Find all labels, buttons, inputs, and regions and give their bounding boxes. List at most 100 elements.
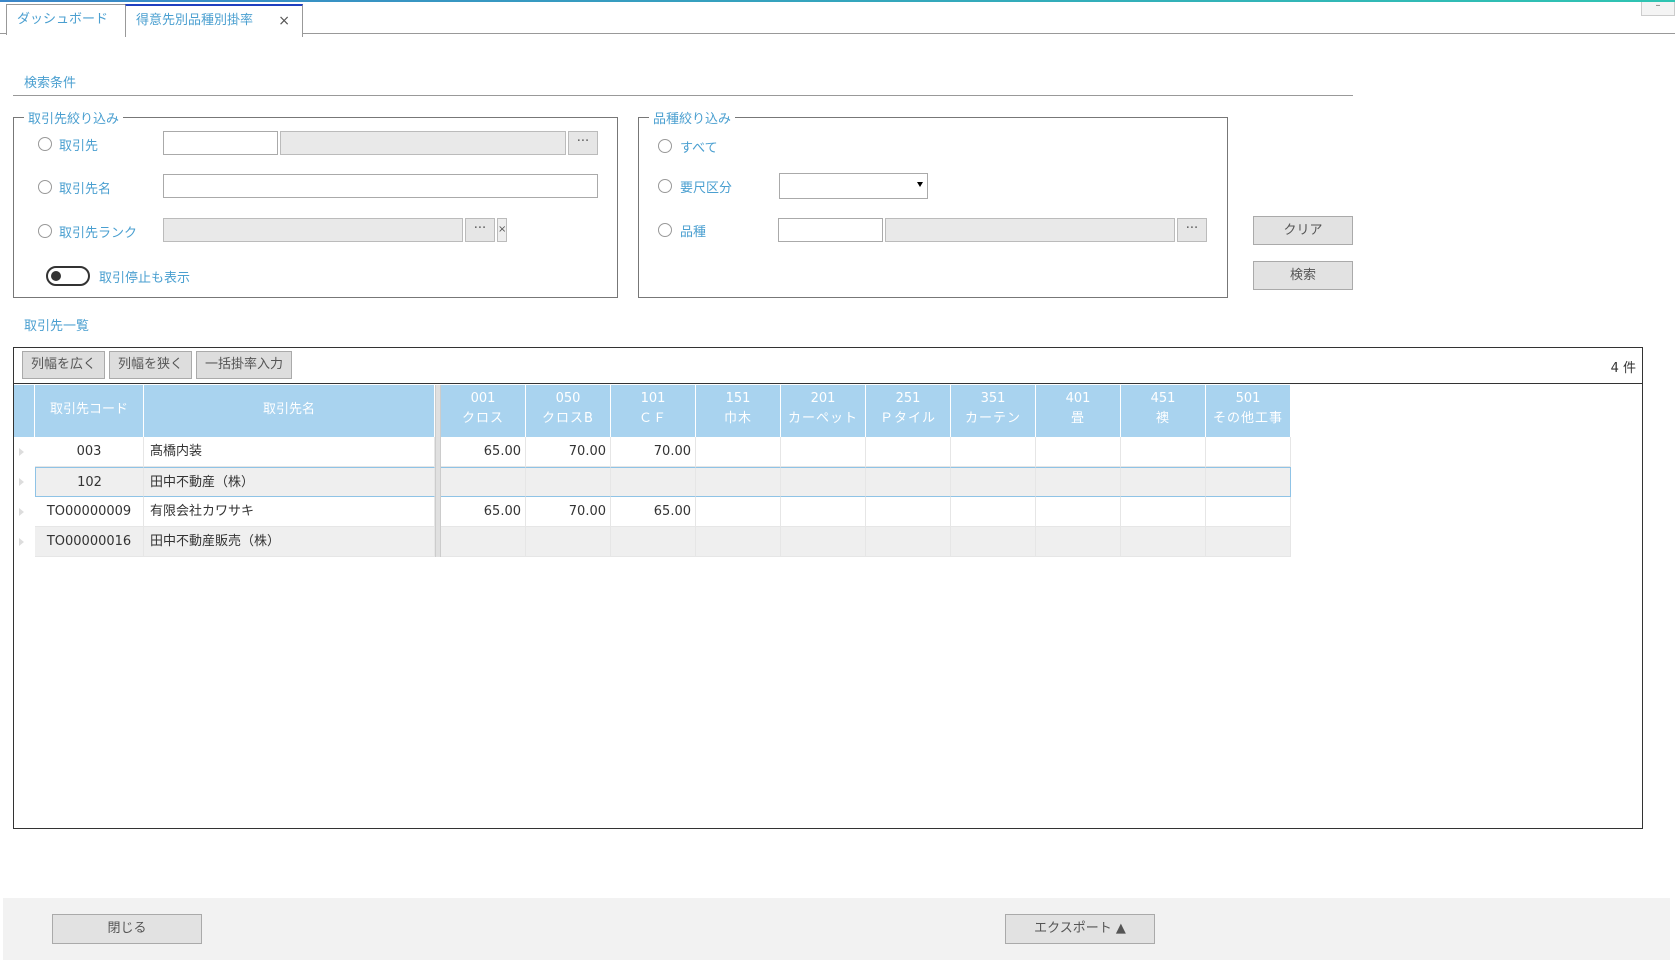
customer-rank-lookup-button[interactable]: ··· <box>465 218 495 242</box>
cell-rate-050[interactable]: 70.00 <box>526 437 611 467</box>
product-name-display <box>885 218 1175 242</box>
col-header-050[interactable]: 050 クロスB <box>526 385 611 437</box>
cell-rate-101[interactable] <box>611 467 696 497</box>
cell-rate-401[interactable] <box>1036 437 1121 467</box>
bulk-rate-input-button[interactable]: 一括掛率入力 <box>196 351 292 379</box>
cell-rate-101[interactable]: 70.00 <box>611 437 696 467</box>
cell-customer-code[interactable]: TO00000016 <box>35 527 144 557</box>
measure-category-select[interactable] <box>779 173 928 199</box>
radio-customer[interactable] <box>38 137 52 151</box>
close-button[interactable]: 閉じる <box>52 914 202 944</box>
cell-customer-name[interactable]: 田中不動産（株） <box>144 467 435 497</box>
clear-button[interactable]: クリア <box>1253 216 1353 245</box>
widen-columns-button[interactable]: 列幅を広く <box>22 351 105 379</box>
cell-rate-501[interactable] <box>1206 497 1291 527</box>
col-code: 201 <box>810 391 836 406</box>
cell-rate-351[interactable] <box>951 497 1036 527</box>
cell-rate-201[interactable] <box>781 437 866 467</box>
col-header-001[interactable]: 001 クロス <box>441 385 526 437</box>
divider <box>13 95 1353 96</box>
cell-rate-351[interactable] <box>951 437 1036 467</box>
col-header-101[interactable]: 101 ＣＦ <box>611 385 696 437</box>
cell-rate-401[interactable] <box>1036 497 1121 527</box>
cell-rate-001[interactable] <box>441 467 526 497</box>
cell-rate-151[interactable] <box>696 497 781 527</box>
cell-rate-001[interactable]: 65.00 <box>441 437 526 467</box>
cell-rate-251[interactable] <box>866 527 951 557</box>
col-header-251[interactable]: 251 Ｐタイル <box>866 385 951 437</box>
tab-dashboard[interactable]: ダッシュボード <box>6 4 126 35</box>
customer-code-input[interactable] <box>163 131 278 155</box>
col-name: カーテン <box>964 411 1021 426</box>
table-row[interactable]: TO00000009 有限会社カワサキ 65.00 70.00 65.00 <box>14 497 1291 527</box>
cell-rate-251[interactable] <box>866 497 951 527</box>
cell-rate-151[interactable] <box>696 467 781 497</box>
col-header-customer-name[interactable]: 取引先名 <box>144 385 435 437</box>
cell-customer-code[interactable]: TO00000009 <box>35 497 144 527</box>
product-code-input[interactable] <box>778 218 883 242</box>
close-icon[interactable]: × <box>278 6 290 36</box>
cell-rate-201[interactable] <box>781 497 866 527</box>
col-name: Ｐタイル <box>879 411 936 426</box>
cell-rate-101[interactable]: 65.00 <box>611 497 696 527</box>
cell-rate-451[interactable] <box>1121 527 1206 557</box>
cell-customer-name[interactable]: 髙橋内装 <box>144 437 435 467</box>
radio-customer-name[interactable] <box>38 180 52 194</box>
col-header-customer-code[interactable]: 取引先コード <box>35 385 144 437</box>
show-stopped-toggle[interactable] <box>46 266 90 286</box>
radio-measure[interactable] <box>658 179 672 193</box>
tab-customer-product-rate[interactable]: 得意先別品種別掛率 × <box>125 4 303 37</box>
cell-rate-401[interactable] <box>1036 467 1121 497</box>
cell-rate-001[interactable] <box>441 527 526 557</box>
cell-rate-151[interactable] <box>696 437 781 467</box>
cell-rate-401[interactable] <box>1036 527 1121 557</box>
product-lookup-button[interactable]: ··· <box>1177 218 1207 242</box>
narrow-columns-button[interactable]: 列幅を狭く <box>109 351 192 379</box>
col-code: 151 <box>725 391 751 406</box>
cell-rate-251[interactable] <box>866 437 951 467</box>
cell-rate-050[interactable]: 70.00 <box>526 497 611 527</box>
cell-rate-451[interactable] <box>1121 497 1206 527</box>
cell-rate-351[interactable] <box>951 467 1036 497</box>
cell-customer-name[interactable]: 有限会社カワサキ <box>144 497 435 527</box>
col-header-351[interactable]: 351 カーテン <box>951 385 1036 437</box>
cell-rate-501[interactable] <box>1206 467 1291 497</box>
customer-name-input[interactable] <box>163 174 598 198</box>
col-header-151[interactable]: 151 巾木 <box>696 385 781 437</box>
cell-rate-201[interactable] <box>781 527 866 557</box>
cell-rate-151[interactable] <box>696 527 781 557</box>
table-row[interactable]: TO00000016 田中不動産販売（株） <box>14 527 1291 557</box>
cell-rate-101[interactable] <box>611 527 696 557</box>
col-code: 001 <box>470 391 496 406</box>
product-filter-legend: 品種絞り込み <box>649 108 736 127</box>
radio-product[interactable] <box>658 223 672 237</box>
cell-customer-code[interactable]: 003 <box>35 437 144 467</box>
minimize-button[interactable]: – <box>1641 1 1675 16</box>
customer-rank-clear-icon[interactable]: × <box>497 218 507 242</box>
cell-rate-201[interactable] <box>781 467 866 497</box>
cell-rate-050[interactable] <box>526 527 611 557</box>
cell-rate-451[interactable] <box>1121 437 1206 467</box>
cell-rate-251[interactable] <box>866 467 951 497</box>
col-header-401[interactable]: 401 畳 <box>1036 385 1121 437</box>
customer-lookup-button[interactable]: ··· <box>568 131 598 155</box>
export-button[interactable]: エクスポート ▲ <box>1005 914 1155 944</box>
col-code: 101 <box>640 391 666 406</box>
cell-rate-351[interactable] <box>951 527 1036 557</box>
cell-rate-451[interactable] <box>1121 467 1206 497</box>
col-header-451[interactable]: 451 襖 <box>1121 385 1206 437</box>
radio-all[interactable] <box>658 139 672 153</box>
cell-rate-050[interactable] <box>526 467 611 497</box>
table-row[interactable]: 102 田中不動産（株） <box>14 467 1291 497</box>
col-header-201[interactable]: 201 カーペット <box>781 385 866 437</box>
cell-rate-001[interactable]: 65.00 <box>441 497 526 527</box>
col-code: 451 <box>1150 391 1176 406</box>
search-button[interactable]: 検索 <box>1253 261 1353 290</box>
cell-rate-501[interactable] <box>1206 527 1291 557</box>
cell-customer-name[interactable]: 田中不動産販売（株） <box>144 527 435 557</box>
cell-rate-501[interactable] <box>1206 437 1291 467</box>
col-header-501[interactable]: 501 その他工事 <box>1206 385 1291 437</box>
radio-customer-rank[interactable] <box>38 224 52 238</box>
cell-customer-code[interactable]: 102 <box>35 467 144 497</box>
table-row[interactable]: 003 髙橋内装 65.00 70.00 70.00 <box>14 437 1291 467</box>
